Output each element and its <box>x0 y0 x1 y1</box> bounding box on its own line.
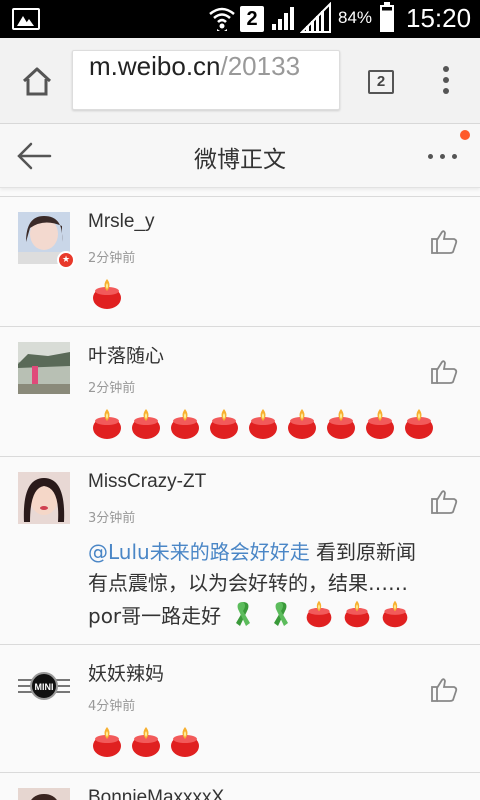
avatar[interactable]: MINI <box>18 660 70 712</box>
comment-item: 叶落随心 2分钟前 <box>0 326 480 456</box>
signal-strength-2-icon <box>300 2 331 33</box>
candle-icon <box>93 409 121 439</box>
timestamp: 4分钟前 <box>88 699 136 714</box>
candle-icon <box>306 600 331 628</box>
page-header: 微博正文 <box>0 124 480 188</box>
like-icon[interactable] <box>430 359 458 385</box>
gallery-notification-icon <box>12 8 40 30</box>
candle-icon <box>327 409 355 439</box>
battery-icon <box>380 2 394 32</box>
comment-list: ★ Mrsle_y 2分钟前 叶落随心 2分钟前 MissCrazy-ZT 3分… <box>0 196 480 800</box>
username[interactable]: BonnieMaxxxxX <box>88 787 224 800</box>
emoji-row <box>90 407 441 441</box>
emoji-row <box>90 277 129 311</box>
url-bar[interactable]: m.weibo.cn/20133 <box>72 50 340 110</box>
username[interactable]: MissCrazy-ZT <box>88 471 206 493</box>
candle-icon <box>93 279 121 309</box>
timestamp: 3分钟前 <box>88 511 136 526</box>
browser-toolbar: m.weibo.cn/20133 2 <box>0 38 480 124</box>
home-icon[interactable] <box>20 64 54 98</box>
browser-menu-icon[interactable] <box>440 66 452 98</box>
tab-switcher-button[interactable]: 2 <box>368 70 394 94</box>
timestamp: 2分钟前 <box>88 381 136 396</box>
like-icon[interactable] <box>430 677 458 703</box>
wifi-icon <box>209 7 235 31</box>
comment-text-line3: por哥一路走好 <box>88 604 222 628</box>
avatar[interactable] <box>18 788 70 800</box>
comment-text: @Lulu未来的路会好好走 看到原新闻 有点震惊，以为会好转的，结果…… por… <box>88 537 428 632</box>
avatar[interactable] <box>18 342 70 394</box>
url-path: /20133 <box>220 51 301 81</box>
candle-icon <box>171 409 199 439</box>
candle-icon <box>288 409 316 439</box>
comment-text-line1: 看到原新闻 <box>309 540 417 564</box>
timestamp: 2分钟前 <box>88 251 136 266</box>
username[interactable]: 叶落随心 <box>88 341 164 368</box>
username[interactable]: 妖妖辣妈 <box>88 659 164 686</box>
verified-badge-icon: ★ <box>57 251 75 269</box>
candle-icon <box>382 600 407 628</box>
sim-slot-icon: 2 <box>240 6 264 32</box>
clock: 15:20 <box>406 3 472 33</box>
candle-icon <box>93 727 121 757</box>
like-icon[interactable] <box>430 489 458 515</box>
candle-icon <box>132 409 160 439</box>
comment-text-line2: 有点震惊，以为会好转的，结果…… <box>88 571 408 595</box>
battery-percent: 84% <box>338 8 373 27</box>
comment-item: ★ Mrsle_y 2分钟前 <box>0 196 480 326</box>
green-ribbon-icon <box>235 602 250 626</box>
candle-icon <box>171 727 199 757</box>
green-ribbon-icon <box>273 602 288 626</box>
status-bar: 2 84% 15:20 <box>0 0 480 38</box>
avatar[interactable] <box>18 472 70 524</box>
candle-icon <box>210 409 238 439</box>
emoji-row <box>90 725 207 759</box>
candle-icon <box>344 600 369 628</box>
notification-dot <box>460 130 470 140</box>
comment-item: MINI 妖妖辣妈 4分钟前 <box>0 644 480 772</box>
candle-icon <box>132 727 160 757</box>
like-icon[interactable] <box>430 229 458 255</box>
more-options-icon[interactable] <box>428 150 464 164</box>
comment-item: BonnieMaxxxxX <box>0 772 480 800</box>
page-title: 微博正文 <box>194 147 286 173</box>
candle-icon <box>249 409 277 439</box>
signal-strength-icon <box>272 7 294 30</box>
username[interactable]: Mrsle_y <box>88 211 155 233</box>
mention-link[interactable]: @Lulu未来的路会好好走 <box>88 540 310 564</box>
comment-item: MissCrazy-ZT 3分钟前 @Lulu未来的路会好好走 看到原新闻 有点… <box>0 456 480 644</box>
url-host: m.weibo.cn <box>89 51 221 81</box>
candle-icon <box>405 409 433 439</box>
avatar-logo-text: MINI <box>35 682 54 692</box>
candle-icon <box>366 409 394 439</box>
